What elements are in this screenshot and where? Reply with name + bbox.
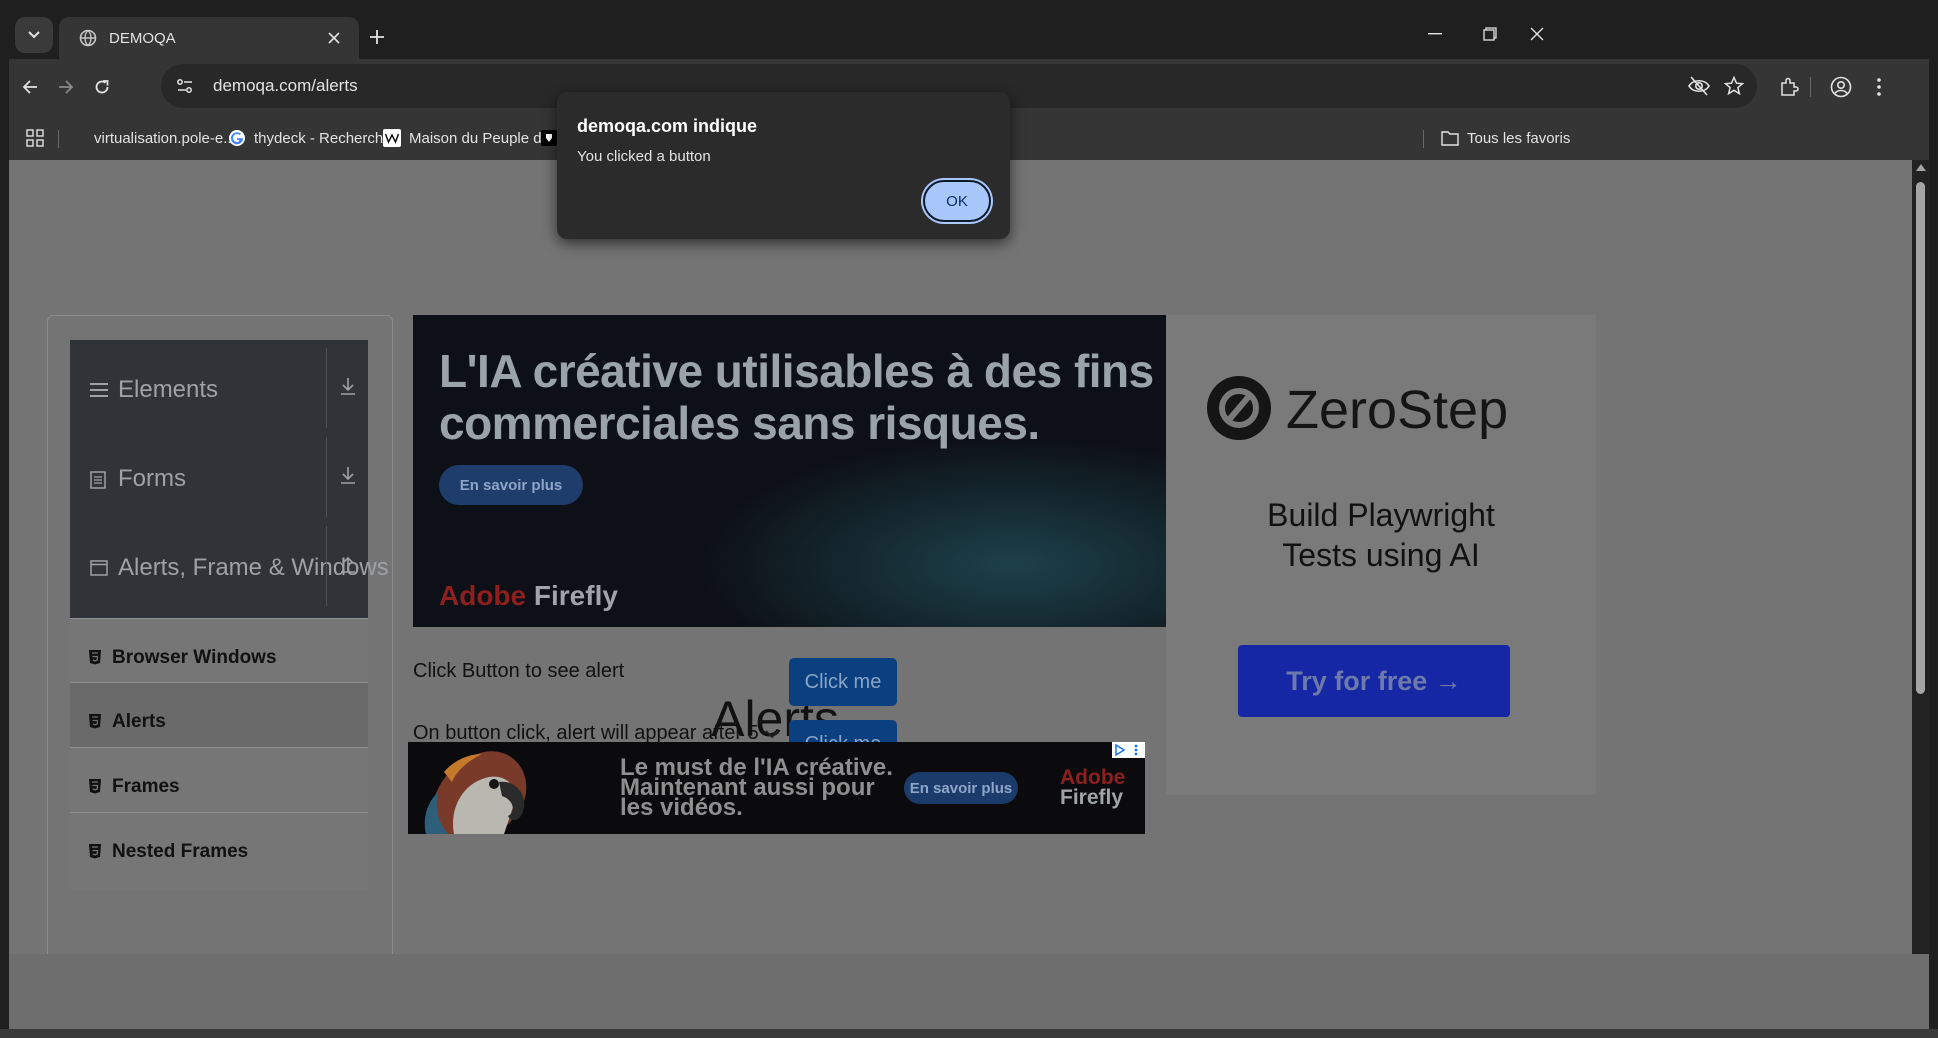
bookmark-thydeck[interactable]: thydeck - Recherch... bbox=[228, 127, 396, 149]
sidebar-group-label: Elements bbox=[118, 376, 219, 403]
eye-slash-icon[interactable] bbox=[1686, 73, 1712, 99]
sidebar-group-label: Forms bbox=[118, 465, 186, 492]
globe-icon bbox=[79, 29, 97, 47]
tab-demoqa[interactable]: DEMOQA bbox=[59, 17, 359, 59]
group-divider bbox=[326, 348, 327, 428]
bottom-ad-cta-button[interactable]: En savoir plus bbox=[904, 772, 1018, 804]
bookmark-label: Maison du Peuple d... bbox=[409, 129, 555, 147]
download-arrow-icon[interactable] bbox=[340, 376, 356, 396]
all-bookmarks-folder[interactable]: Tous les favoris bbox=[1441, 127, 1570, 149]
sidebar-item-label: Frames bbox=[112, 776, 180, 797]
bottom-ad-line-3: les vidéos. bbox=[620, 794, 743, 821]
window-bottom-edge bbox=[0, 1029, 1938, 1038]
sidebar-item-label: Alerts bbox=[112, 711, 166, 732]
alert-dialog: demoqa.com indique You clicked a button … bbox=[557, 92, 1010, 239]
side-ad-tagline: Build Playwright Tests using AI bbox=[1166, 495, 1596, 575]
bookmark-unnamed[interactable] bbox=[541, 127, 557, 149]
new-tab-button[interactable] bbox=[363, 23, 391, 51]
sidebar-item-nested-frames[interactable]: Nested Frames bbox=[70, 812, 368, 890]
download-arrow-icon[interactable] bbox=[340, 465, 356, 485]
extensions-icon[interactable] bbox=[1771, 69, 1807, 105]
close-tab-icon[interactable] bbox=[323, 27, 345, 49]
html5-icon bbox=[88, 713, 102, 729]
tab-title: DEMOQA bbox=[109, 30, 176, 47]
sidebar-item-label: Browser Windows bbox=[112, 647, 277, 668]
group-divider bbox=[326, 526, 327, 606]
side-ad[interactable]: ZeroStep Build Playwright Tests using AI… bbox=[1166, 315, 1596, 795]
bookmark-label: virtualisation.pole-e... bbox=[94, 129, 236, 147]
bookmark-label: thydeck - Recherch... bbox=[254, 129, 396, 147]
tab-strip: DEMOQA bbox=[9, 9, 1929, 59]
google-icon bbox=[228, 129, 246, 147]
sidebar: Elements Forms Alerts, Frame & Windows B… bbox=[47, 315, 393, 954]
url-text[interactable]: demoqa.com/alerts bbox=[213, 76, 358, 96]
html5-icon bbox=[88, 649, 102, 665]
parrot-image bbox=[414, 742, 536, 834]
try-for-free-button[interactable]: Try for free → bbox=[1238, 645, 1510, 717]
ad-cta-button[interactable]: En savoir plus bbox=[439, 465, 583, 505]
tagline-line-2: Tests using AI bbox=[1282, 537, 1480, 573]
ok-button[interactable]: OK bbox=[923, 180, 991, 222]
sidebar-group-alerts-frame-windows[interactable]: Alerts, Frame & Windows bbox=[70, 518, 389, 618]
chevron-down-icon bbox=[765, 730, 779, 739]
folder-icon bbox=[1441, 130, 1459, 146]
bookmark-divider bbox=[58, 130, 59, 148]
html5-icon bbox=[88, 843, 102, 859]
star-icon[interactable] bbox=[1721, 73, 1747, 99]
alert-row-label: Click Button to see alert bbox=[413, 660, 625, 682]
sidebar-group-elements[interactable]: Elements bbox=[70, 340, 368, 440]
zerostep-name: ZeroStep bbox=[1286, 380, 1509, 440]
chevron-down-icon bbox=[27, 30, 41, 40]
page-footer-area bbox=[9, 954, 1929, 1029]
tagline-line-1: Build Playwright bbox=[1267, 497, 1495, 533]
back-button[interactable] bbox=[12, 69, 48, 105]
bottom-ad[interactable]: Le must de l'IA créative. Maintenant aus… bbox=[408, 742, 1145, 834]
scroll-up-arrow-icon[interactable] bbox=[1916, 164, 1926, 171]
adobe-logo-text: Adobe bbox=[439, 580, 527, 611]
window-icon bbox=[90, 560, 108, 576]
bottom-ad-text: Le must de l'IA créative. Maintenant aus… bbox=[620, 756, 893, 821]
toolbar-divider bbox=[1810, 77, 1811, 97]
bookmark-favicon-icon bbox=[541, 130, 557, 146]
sidebar-item-label: Nested Frames bbox=[112, 841, 249, 862]
restore-button[interactable] bbox=[1470, 19, 1510, 49]
group-divider bbox=[326, 437, 327, 517]
upload-arrow-icon[interactable] bbox=[340, 554, 356, 574]
minimize-button[interactable] bbox=[1415, 19, 1455, 49]
firefly-logo-text: Firefly bbox=[533, 580, 618, 611]
forward-button[interactable] bbox=[48, 69, 84, 105]
alert-button[interactable]: Click me bbox=[789, 658, 897, 706]
firefly-logo-text: Firefly bbox=[1060, 786, 1124, 809]
site-info-icon[interactable] bbox=[169, 70, 201, 102]
ad-brand: Adobe Firefly bbox=[439, 580, 618, 612]
bookmark-divider bbox=[1423, 130, 1424, 148]
document-icon bbox=[90, 471, 106, 489]
bookmark-virtualisation[interactable]: virtualisation.pole-e... bbox=[94, 127, 236, 149]
wikipedia-icon bbox=[383, 129, 401, 147]
hamburger-icon bbox=[90, 382, 108, 398]
close-window-button[interactable] bbox=[1517, 19, 1557, 49]
all-bookmarks-label: Tous les favoris bbox=[1467, 129, 1571, 147]
page-scrollbar[interactable] bbox=[1912, 160, 1929, 954]
sidebar-group-forms[interactable]: Forms bbox=[70, 429, 368, 529]
profile-icon[interactable] bbox=[1823, 69, 1859, 105]
kebab-menu-icon[interactable] bbox=[1861, 69, 1897, 105]
adchoices-icon[interactable] bbox=[1112, 742, 1145, 758]
scrollbar-thumb[interactable] bbox=[1916, 182, 1925, 694]
html5-icon bbox=[88, 778, 102, 794]
dialog-message: You clicked a button bbox=[577, 148, 711, 165]
zerostep-logo-icon bbox=[1206, 375, 1272, 441]
reload-button[interactable] bbox=[84, 69, 120, 105]
apps-grid-icon[interactable] bbox=[26, 127, 44, 149]
bookmark-maison-du-peuple[interactable]: Maison du Peuple d... bbox=[383, 127, 554, 149]
dialog-title: demoqa.com indique bbox=[577, 116, 758, 136]
tab-search-button[interactable] bbox=[15, 17, 53, 53]
page-viewport: Elements Forms Alerts, Frame & Windows B… bbox=[9, 160, 1912, 954]
